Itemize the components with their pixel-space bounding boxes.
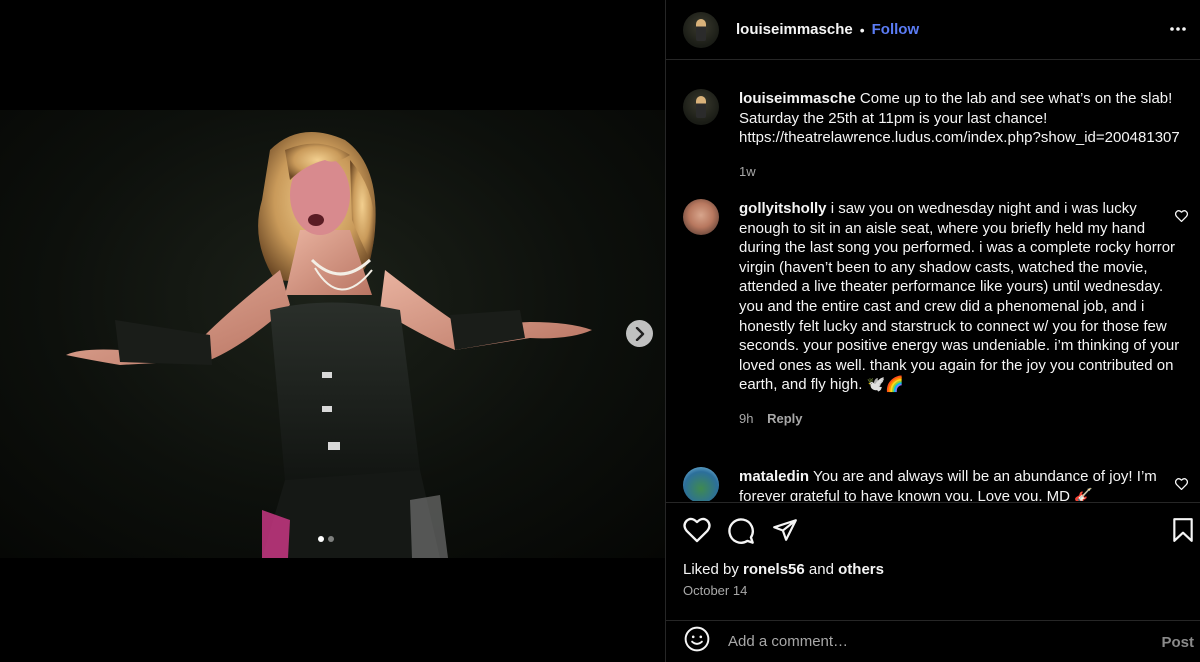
author-avatar[interactable] <box>683 11 719 48</box>
smiley-icon <box>684 626 710 652</box>
performer-photo <box>66 132 592 558</box>
like-comment-button[interactable] <box>1174 477 1189 495</box>
emoji-button[interactable] <box>684 626 710 657</box>
commenter-avatar[interactable] <box>683 199 719 235</box>
caption: louiseimmasche Come up to the lab and se… <box>683 89 1188 181</box>
likes-user[interactable]: ronels56 <box>743 561 805 578</box>
comment-input[interactable] <box>728 633 1128 650</box>
post-comment-button[interactable]: Post <box>1161 634 1194 651</box>
more-horizontal-icon <box>1170 27 1186 31</box>
heart-outline-icon <box>1174 210 1189 223</box>
caption-meta: 1w <box>739 162 1188 182</box>
comment-username[interactable]: gollyitsholly <box>739 200 827 217</box>
reply-button[interactable]: Reply <box>767 411 802 426</box>
post-actions <box>666 502 1200 557</box>
post-header: louiseimmasche • Follow <box>666 0 1200 60</box>
carousel-dot-active <box>318 536 324 542</box>
carousel-next-button[interactable] <box>626 320 653 347</box>
comment-body: gollyitsholly i saw you on wednesday nig… <box>739 199 1188 429</box>
comment-body: mataledin You are and always will be an … <box>739 467 1188 501</box>
save-button[interactable] <box>1172 517 1194 548</box>
author-username[interactable]: louiseimmasche <box>736 21 853 38</box>
comment-item: mataledin You are and always will be an … <box>683 467 1189 501</box>
post-date[interactable]: October 14 <box>683 583 747 598</box>
likes-summary: Liked by ronels56 and others <box>683 561 884 578</box>
caption-avatar[interactable] <box>683 89 719 125</box>
more-options-button[interactable] <box>1169 20 1187 43</box>
likes-others[interactable]: others <box>838 561 884 578</box>
likes-prefix: Liked by <box>683 561 739 578</box>
header-separator: • <box>859 21 865 38</box>
paper-plane-icon <box>773 519 797 541</box>
add-comment-bar: Post <box>666 620 1200 662</box>
post-side-panel: louiseimmasche • Follow louiseimmasche C… <box>665 0 1200 662</box>
likes-and: and <box>808 561 834 578</box>
post-media <box>0 0 665 662</box>
like-button[interactable] <box>683 517 711 548</box>
comment-text: i saw you on wednesday night and i was l… <box>739 200 1180 394</box>
like-comment-button[interactable] <box>1174 209 1189 227</box>
commenter-avatar[interactable] <box>683 467 719 501</box>
comment-meta: 9h Reply <box>739 409 1188 429</box>
share-button[interactable] <box>772 517 798 548</box>
carousel-dots <box>318 536 334 542</box>
caption-body: louiseimmasche Come up to the lab and se… <box>739 89 1188 181</box>
follow-button[interactable]: Follow <box>872 21 920 38</box>
carousel-dot <box>328 536 334 542</box>
comment-username[interactable]: mataledin <box>739 468 809 485</box>
comment-item: gollyitsholly i saw you on wednesday nig… <box>683 199 1189 429</box>
caption-time[interactable]: 1w <box>739 164 756 179</box>
heart-icon <box>683 517 711 543</box>
post-photo <box>0 110 665 558</box>
bookmark-icon <box>1173 518 1193 542</box>
comment-button[interactable] <box>727 517 755 550</box>
comments-list[interactable]: louiseimmasche Come up to the lab and se… <box>666 61 1200 501</box>
caption-username[interactable]: louiseimmasche <box>739 90 856 107</box>
comment-bubble-icon <box>728 518 754 544</box>
chevron-right-icon <box>635 326 644 341</box>
comment-time[interactable]: 9h <box>739 411 753 426</box>
heart-outline-icon <box>1174 478 1189 491</box>
